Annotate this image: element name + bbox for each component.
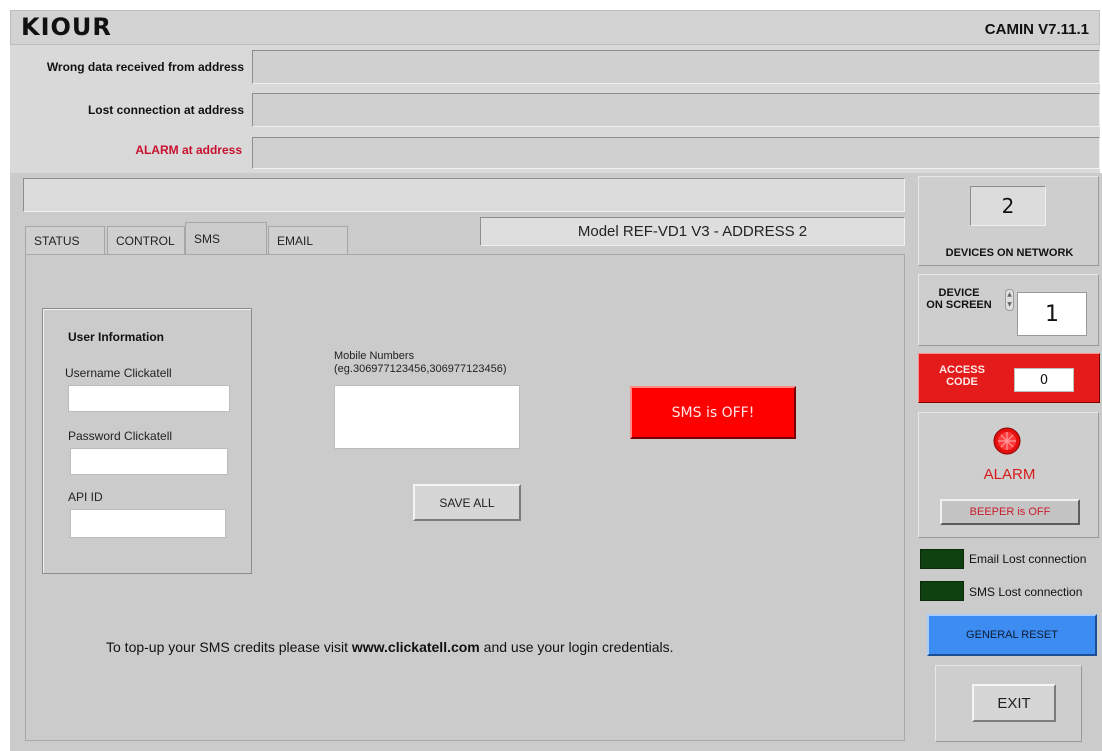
tab-sms[interactable]: SMS [185, 222, 267, 256]
wrong-data-field [252, 50, 1100, 84]
access-code-line2: CODE [946, 376, 978, 388]
tab-control[interactable]: CONTROL [107, 226, 185, 254]
footer-post: and use your login credentials. [479, 639, 674, 655]
devices-on-network-panel: 2 DEVICES ON NETWORK [918, 176, 1099, 266]
sms-lost-label: SMS Lost connection [969, 585, 1083, 599]
message-bar [23, 178, 905, 212]
exit-label: EXIT [997, 694, 1031, 712]
devices-count: 2 [1001, 194, 1015, 218]
sms-tab-panel: User Information Username Clickatell Pas… [25, 254, 905, 741]
device-stepper[interactable]: ▲ ▼ [1005, 289, 1014, 311]
wrong-data-label: Wrong data received from address [46, 60, 244, 74]
sms-lost-led [920, 581, 964, 601]
footer-text: To top-up your SMS credits please visit … [106, 639, 674, 655]
email-lost-led [920, 549, 964, 569]
beeper-button[interactable]: BEEPER is OFF [940, 499, 1080, 525]
device-on-screen-line1: DEVICE [938, 287, 980, 299]
username-input[interactable] [68, 385, 230, 412]
save-all-label: SAVE ALL [439, 495, 495, 510]
status-fields-panel: Wrong data received from address Lost co… [10, 45, 1100, 173]
user-info-box: User Information Username Clickatell Pas… [42, 308, 252, 574]
tab-status[interactable]: STATUS [25, 226, 105, 254]
device-on-screen-label: DEVICE ON SCREEN [921, 287, 997, 311]
tab-status-label: STATUS [34, 234, 80, 248]
access-code-label: ACCESS CODE [925, 364, 999, 388]
alarm-panel: ALARM BEEPER is OFF [918, 412, 1099, 538]
device-on-screen-value: 1 [1045, 301, 1059, 327]
access-code-input[interactable]: 0 [1014, 368, 1074, 392]
alarm-address-label: ALARM at address [135, 143, 242, 157]
password-label: Password Clickatell [68, 429, 173, 443]
alarm-text: ALARM [983, 466, 1036, 483]
username-label: Username Clickatell [65, 366, 172, 380]
save-all-button[interactable]: SAVE ALL [413, 484, 521, 521]
general-reset-label: GENERAL RESET [966, 629, 1058, 641]
devices-count-display: 2 [970, 186, 1046, 226]
lost-connection-field [252, 93, 1100, 127]
user-info-title: User Information [68, 330, 165, 344]
model-display: Model REF-VD1 V3 - ADDRESS 2 [480, 217, 905, 246]
app-version: CAMIN V7.11.1 [984, 21, 1089, 38]
tab-email[interactable]: EMAIL [268, 226, 348, 254]
access-code-value: 0 [1039, 372, 1049, 388]
mobile-numbers-title: Mobile Numbers [334, 350, 415, 362]
brand-logo: KIOUR [21, 13, 112, 41]
tab-control-label: CONTROL [116, 234, 175, 248]
title-bar: KIOUR CAMIN V7.11.1 [10, 10, 1100, 45]
access-code-line1: ACCESS [939, 364, 985, 376]
footer-pre: To top-up your SMS credits please visit [106, 639, 352, 655]
tab-sms-label: SMS [194, 232, 221, 246]
sms-status-button[interactable]: SMS is OFF! [630, 386, 796, 439]
sms-status-label: SMS is OFF! [671, 404, 755, 421]
alarm-siren-icon [993, 427, 1021, 455]
mobile-numbers-example: (eg.306977123456,306977123456) [334, 363, 507, 375]
exit-button[interactable]: EXIT [972, 684, 1056, 722]
mobile-numbers-label: Mobile Numbers (eg.306977123456,30697712… [334, 350, 507, 376]
device-on-screen-panel: DEVICE ON SCREEN ▲ ▼ 1 [918, 274, 1099, 346]
devices-on-network-label: DEVICES ON NETWORK [945, 247, 1074, 259]
general-reset-button[interactable]: GENERAL RESET [927, 614, 1097, 656]
password-input[interactable] [70, 448, 228, 475]
api-id-input[interactable] [70, 509, 226, 538]
email-lost-label: Email Lost connection [969, 552, 1087, 566]
device-on-screen-line2: ON SCREEN [926, 299, 992, 311]
alarm-address-field [252, 137, 1100, 169]
clickatell-link[interactable]: www.clickatell.com [352, 639, 480, 655]
mobile-numbers-input[interactable] [334, 385, 520, 449]
model-display-text: Model REF-VD1 V3 - ADDRESS 2 [577, 223, 808, 240]
lost-connection-label: Lost connection at address [87, 103, 244, 117]
device-on-screen-input[interactable]: 1 [1017, 292, 1087, 336]
api-id-label: API ID [68, 490, 103, 504]
tab-email-label: EMAIL [277, 234, 314, 248]
access-code-panel: ACCESS CODE 0 [918, 353, 1100, 403]
beeper-label: BEEPER is OFF [969, 506, 1051, 518]
